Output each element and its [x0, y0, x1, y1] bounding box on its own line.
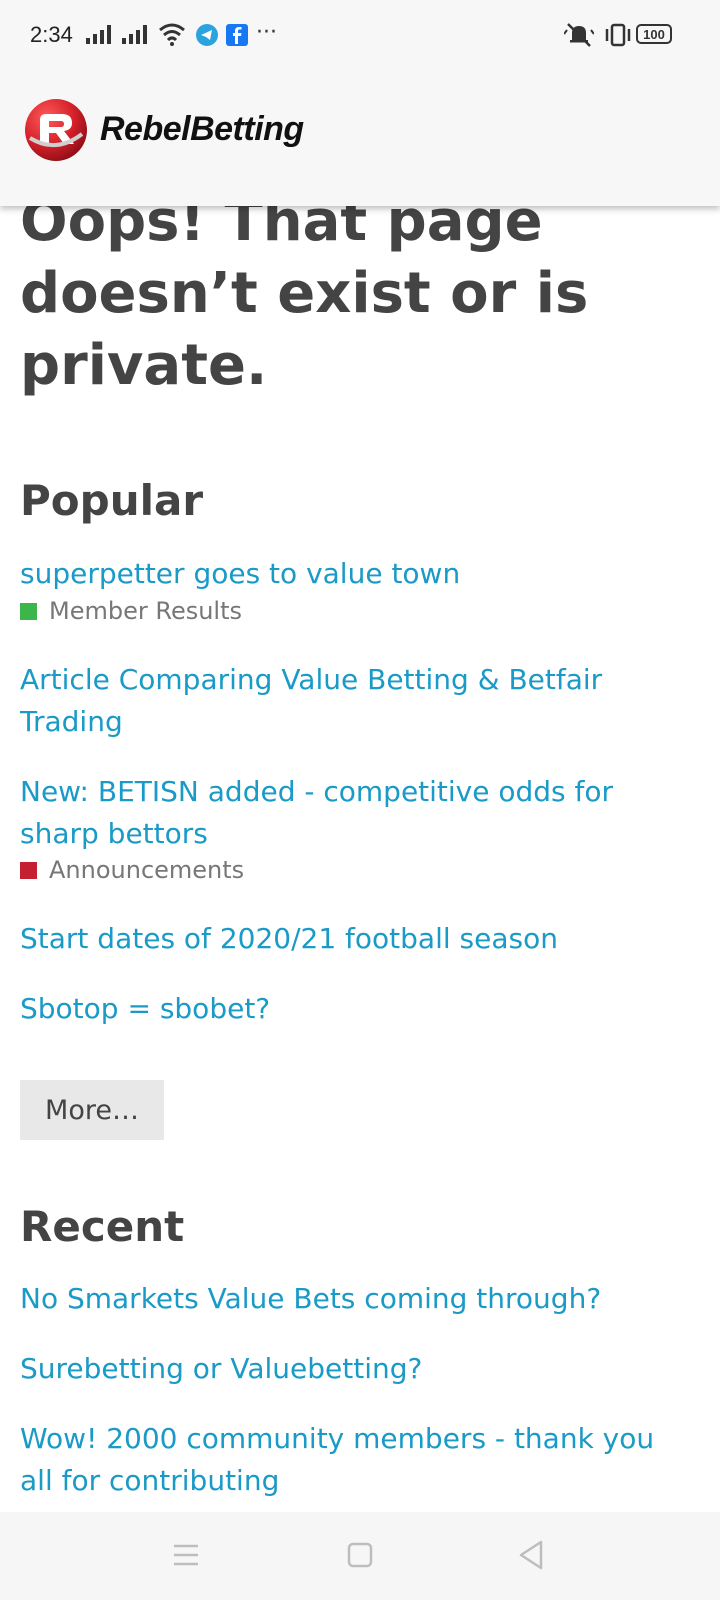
wifi-icon [159, 23, 185, 46]
facebook-icon [226, 24, 248, 46]
topic-category[interactable]: Member Results [20, 597, 242, 625]
mute-icon [564, 23, 594, 47]
status-time: 2:34 [30, 22, 73, 47]
category-label: Announcements [49, 856, 245, 884]
rebelbetting-logo-icon[interactable] [24, 98, 88, 162]
page-title: Oops! That page doesn’t exist or is priv… [20, 189, 589, 398]
telegram-icon [196, 24, 218, 46]
home-icon[interactable] [347, 1542, 373, 1568]
brand-name[interactable]: RebelBetting [100, 110, 304, 149]
popular-topic-link[interactable]: Article Comparing Value Betting & Betfai… [20, 659, 670, 743]
menu-icon[interactable] [173, 1544, 199, 1566]
category-color-swatch [20, 861, 37, 879]
popular-topic-link[interactable]: superpetter goes to value town [20, 553, 670, 595]
topic-category[interactable]: Announcements [20, 856, 244, 884]
popular-topic-link[interactable]: Sbotop = sbobet? [20, 988, 670, 1030]
category-label: Member Results [49, 597, 243, 625]
popular-title: Popular [20, 476, 204, 525]
battery-icon: 100 [636, 24, 672, 44]
back-icon[interactable] [518, 1540, 544, 1570]
navigation-bar [0, 1512, 720, 1600]
recent-title: Recent [20, 1202, 185, 1251]
vibrate-icon [605, 23, 631, 47]
recent-topic-link[interactable]: Surebetting or Valuebetting? [20, 1348, 670, 1390]
more-button[interactable]: More… [20, 1080, 164, 1140]
category-color-swatch [20, 602, 37, 620]
popular-topic-link[interactable]: Start dates of 2020/21 football season [20, 918, 670, 960]
recent-topic-link[interactable]: Wow! 2000 community members - thank you … [20, 1418, 670, 1502]
more-dots-icon: ··· [256, 20, 277, 45]
signal-icon [122, 24, 147, 44]
status-bar: 2:34 ··· 100 [0, 0, 720, 72]
recent-topic-link[interactable]: No Smarkets Value Bets coming through? [20, 1278, 670, 1320]
site-header: RebelBetting [0, 72, 720, 206]
popular-topic-link[interactable]: New: BETISN added - competitive odds for… [20, 771, 670, 855]
signal-icon [86, 24, 111, 44]
